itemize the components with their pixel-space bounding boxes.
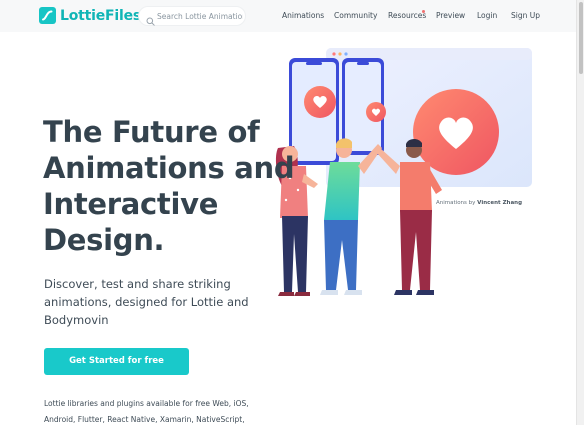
libraries-text: Lottie libraries and plugins available f…: [44, 399, 249, 424]
animation-credit: Animations by Vincent Zhang: [436, 200, 522, 206]
notification-dot: [422, 10, 425, 13]
search-input[interactable]: [157, 9, 243, 24]
nav-resources[interactable]: Resources: [388, 11, 426, 20]
credit-author-link[interactable]: Vincent Zhang: [477, 200, 522, 206]
credit-prefix: Animations by: [436, 200, 476, 206]
nav-preview[interactable]: Preview: [436, 11, 465, 20]
search-icon: [146, 11, 155, 30]
get-started-button[interactable]: Get Started for free: [44, 348, 189, 375]
nav-signup[interactable]: Sign Up: [511, 11, 540, 20]
top-navbar: LottieFiles Animations Community Resourc…: [0, 0, 576, 32]
scrollbar-thumb[interactable]: [579, 2, 583, 74]
search-box[interactable]: [138, 6, 246, 26]
page-scrollbar[interactable]: [576, 0, 584, 425]
nav-animations[interactable]: Animations: [282, 11, 324, 20]
nav-community[interactable]: Community: [334, 11, 377, 20]
hero-subtitle: Discover, test and share striking animat…: [44, 277, 249, 327]
nav-login[interactable]: Login: [477, 11, 497, 20]
brand-name: LottieFiles: [60, 7, 142, 24]
brand-logo[interactable]: LottieFiles: [39, 7, 141, 24]
hero-title: The Future of Animations and Interactive…: [43, 115, 295, 257]
lottiefiles-logo-icon: [39, 7, 56, 24]
